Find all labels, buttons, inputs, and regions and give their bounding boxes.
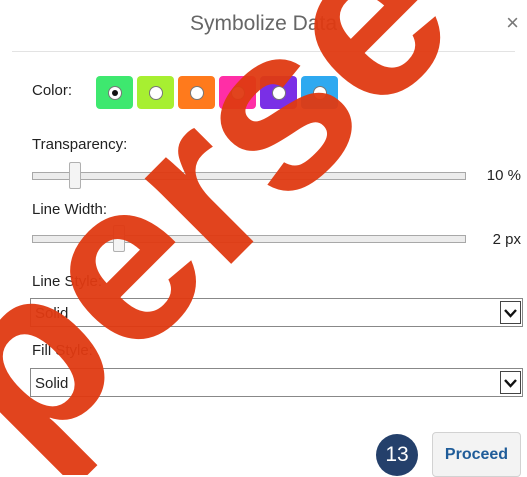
transparency-slider-track[interactable] <box>32 172 466 180</box>
radio-selected-dot-icon <box>111 89 118 96</box>
color-swatches <box>96 76 338 109</box>
radio-icon <box>271 85 286 100</box>
color-label: Color: <box>32 82 73 99</box>
radio-icon <box>230 85 245 100</box>
fill-style-label: Fill Style: <box>32 342 93 359</box>
color-swatch-pink[interactable] <box>219 76 256 109</box>
transparency-slider-thumb[interactable] <box>69 162 82 189</box>
header-divider <box>12 51 515 52</box>
line-style-select[interactable]: Solid <box>30 298 523 327</box>
chevron-down-icon[interactable] <box>500 371 521 394</box>
chevron-down-icon[interactable] <box>500 301 521 324</box>
line-style-selected-value: Solid <box>35 305 69 322</box>
proceed-button[interactable]: Proceed <box>432 432 521 477</box>
radio-icon <box>312 85 327 100</box>
close-icon[interactable]: × <box>506 11 519 35</box>
line-width-value: 2 px <box>492 231 521 248</box>
line-width-label: Line Width: <box>32 201 108 218</box>
line-width-slider-thumb[interactable] <box>112 225 125 252</box>
color-swatch-blue[interactable] <box>301 76 338 109</box>
page-title: Symbolize Data <box>189 12 338 35</box>
radio-icon <box>107 85 122 100</box>
color-swatch-orange[interactable] <box>178 76 215 109</box>
step-badge: 13 <box>376 434 418 476</box>
fill-style-selected-value: Solid <box>35 375 69 392</box>
radio-icon <box>189 85 204 100</box>
transparency-label: Transparency: <box>32 136 128 153</box>
fill-style-select[interactable]: Solid <box>30 368 523 397</box>
color-swatch-green[interactable] <box>96 76 133 109</box>
radio-icon <box>148 85 163 100</box>
line-style-label: Line Style: <box>32 273 103 290</box>
line-width-slider-track[interactable] <box>32 235 466 243</box>
transparency-value: 10 % <box>486 167 521 184</box>
color-swatch-purple[interactable] <box>260 76 297 109</box>
color-swatch-lime[interactable] <box>137 76 174 109</box>
